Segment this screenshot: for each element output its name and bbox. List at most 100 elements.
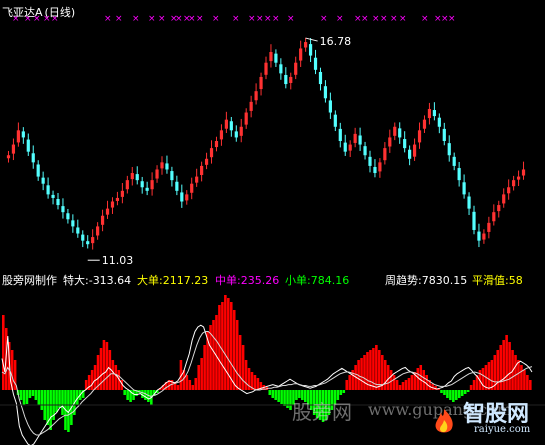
candle-body: [432, 110, 436, 117]
candle-body: [165, 163, 169, 170]
indicator-bar: [283, 390, 286, 406]
candle-body: [46, 185, 50, 195]
candle-body: [259, 76, 263, 90]
candle-body: [492, 212, 496, 222]
candle-body: [378, 162, 382, 172]
candle-body: [16, 130, 20, 143]
indicator-bar: [90, 370, 94, 390]
x-marker: ×: [104, 14, 112, 24]
candle-body: [403, 139, 407, 149]
candle-body: [467, 196, 471, 209]
indicator-bar: [342, 390, 346, 393]
candle-body: [160, 162, 164, 169]
indicator-item-label: 大单:: [137, 274, 163, 287]
stock-name: 飞亚达A: [2, 6, 43, 19]
indicator-bar: [463, 390, 467, 394]
candle-body: [279, 64, 283, 74]
candle-body: [200, 165, 204, 175]
indicator-bar: [392, 375, 396, 390]
candle-body: [71, 220, 75, 227]
indicator-bar: [271, 390, 275, 398]
candle-body: [96, 226, 100, 236]
x-marker: ×: [256, 14, 264, 24]
x-marker: ×: [115, 14, 123, 24]
indicator-bar: [215, 315, 218, 390]
indicator-bar: [375, 345, 378, 390]
candle-body: [442, 128, 446, 141]
indicator-bar: [517, 360, 520, 390]
indicator-bar: [526, 375, 529, 390]
x-marker: ×: [421, 14, 429, 24]
candle-body: [76, 227, 80, 234]
candle-body: [244, 112, 248, 125]
stock-title: 飞亚达A (日线): [2, 4, 75, 20]
candle-body: [358, 135, 362, 145]
candle-body: [516, 176, 521, 180]
candle-body: [86, 241, 90, 245]
weekly-trend-value: 7830.15: [421, 274, 468, 287]
candle-body: [452, 156, 456, 166]
candle-body: [115, 197, 120, 201]
x-marker: ×: [390, 14, 398, 24]
period-label: (日线): [44, 6, 76, 19]
candle-body: [393, 126, 397, 136]
indicator-bar: [244, 360, 248, 390]
candle-body: [214, 141, 219, 148]
indicator-bar: [185, 375, 189, 390]
indicator-bar: [449, 390, 452, 400]
candle-body: [348, 144, 352, 151]
indicator-bar: [280, 390, 283, 404]
x-marker: ×: [132, 14, 140, 24]
candle-body: [482, 233, 486, 240]
indicator-bar: [440, 390, 443, 393]
indicator-bar: [123, 390, 126, 395]
watermark-logo-sub: raiyue.com: [474, 424, 531, 435]
indicator-bar: [446, 390, 449, 398]
candle-body: [125, 180, 129, 190]
indicator-bar: [224, 295, 227, 390]
candle-body: [56, 199, 60, 206]
indicator-bar: [490, 360, 494, 390]
smooth-value: 平滑值:58: [472, 272, 545, 288]
candle-body: [299, 48, 303, 61]
indicator-bar: [395, 380, 399, 390]
candle-body: [323, 86, 328, 99]
candle-body: [135, 174, 139, 181]
candle-body: [408, 149, 412, 159]
indicator-bar: [221, 302, 224, 390]
indicator-bar: [25, 390, 29, 404]
x-marker: ×: [264, 14, 272, 24]
x-marker: ×: [158, 14, 166, 24]
indicator-bar: [49, 390, 52, 430]
indicator-bar: [481, 368, 485, 390]
candle-body: [31, 153, 35, 163]
indicator-item-value: -313.64: [88, 274, 132, 287]
indicator-bar: [345, 380, 349, 390]
x-marker: ×: [287, 14, 295, 24]
candle-body: [140, 181, 144, 188]
candle-body: [294, 62, 298, 75]
candle-body: [274, 53, 278, 63]
indicator-bar: [40, 390, 44, 410]
indicator-bar: [61, 390, 64, 415]
indicator-bar: [194, 378, 198, 390]
high-arrow: [305, 37, 318, 42]
indicator-bar: [472, 380, 476, 390]
candle-body: [91, 237, 95, 244]
candle-body: [373, 166, 377, 174]
indicator-bar: [339, 390, 343, 395]
indicator-bar: [389, 370, 393, 390]
indicator-bar: [238, 335, 242, 390]
candle-body: [175, 181, 179, 191]
x-marker: ×: [320, 14, 328, 24]
candle-body: [81, 234, 85, 241]
indicator-bar: [22, 390, 26, 405]
candle-body: [462, 182, 466, 195]
candle-body: [338, 128, 342, 141]
x-marker: ×: [175, 14, 183, 24]
indicator-item-medium: 中单:235.26: [215, 272, 279, 288]
indicator-bar: [401, 382, 405, 390]
indicator-bar: [19, 390, 23, 400]
candle-body: [234, 131, 238, 138]
indicator-bar: [274, 390, 277, 400]
